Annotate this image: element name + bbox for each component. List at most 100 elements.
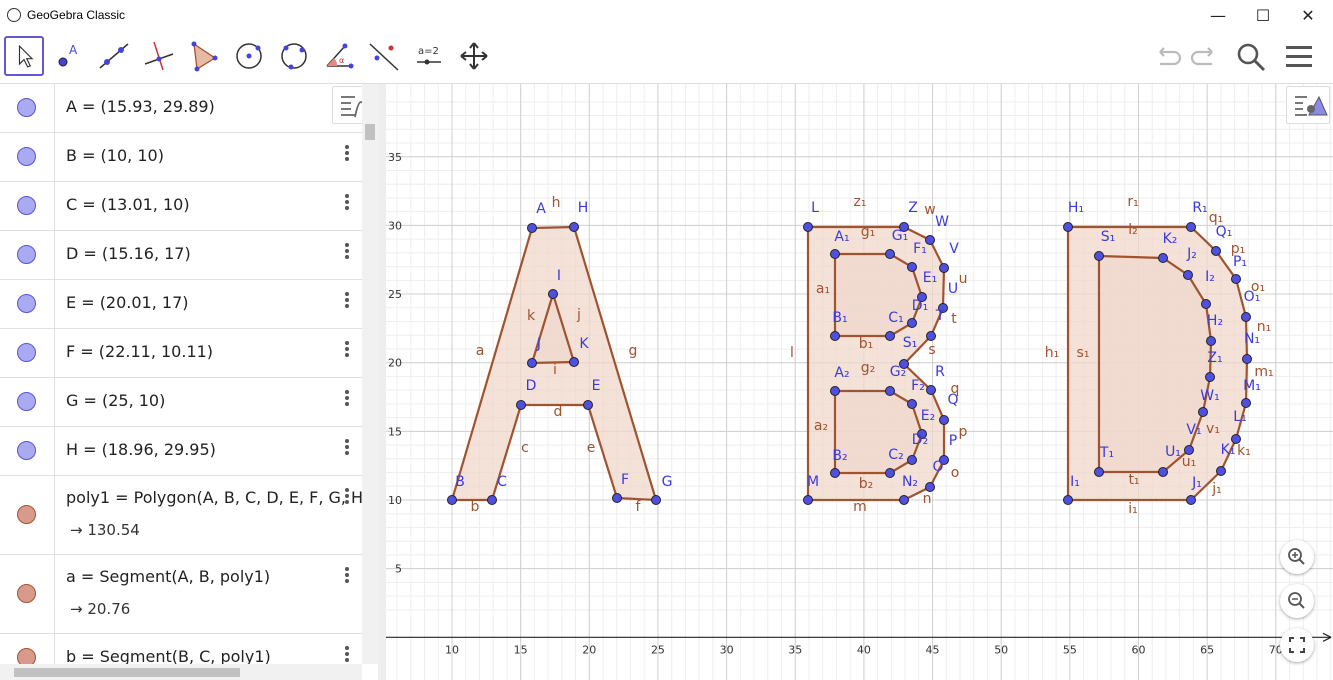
visibility-toggle[interactable]: [0, 182, 55, 230]
algebra-expression[interactable]: D = (15.16, 17): [66, 244, 191, 263]
more-options-icon[interactable]: [340, 565, 354, 585]
geometry-point[interactable]: [1211, 246, 1221, 256]
visibility-toggle[interactable]: [0, 378, 55, 426]
algebra-expression[interactable]: A = (15.93, 29.89): [66, 97, 215, 116]
visibility-dot-icon[interactable]: [17, 245, 36, 264]
geometry-point[interactable]: [1206, 336, 1216, 346]
geometry-point[interactable]: [803, 495, 813, 505]
geometry-point[interactable]: [1198, 407, 1208, 417]
geometry-point[interactable]: [1231, 274, 1241, 284]
more-options-icon[interactable]: [340, 143, 354, 163]
more-options-icon[interactable]: [340, 486, 354, 506]
geometry-point[interactable]: [926, 385, 936, 395]
fullscreen-button[interactable]: [1280, 628, 1314, 662]
algebra-row[interactable]: a = Segment(A, B, poly1) → 20.76: [0, 555, 362, 634]
algebra-expression[interactable]: b = Segment(B, C, poly1): [66, 647, 271, 664]
geometry-point[interactable]: [885, 331, 895, 341]
geometry-point[interactable]: [1186, 222, 1196, 232]
more-options-icon[interactable]: [340, 437, 354, 457]
geometry-point[interactable]: [548, 289, 558, 299]
minimize-button[interactable]: —: [1195, 0, 1241, 30]
algebra-row[interactable]: poly1 = Polygon(A, B, C, D, E, F, G, H) →…: [0, 476, 362, 555]
visibility-toggle[interactable]: [0, 329, 55, 377]
geometry-point[interactable]: [583, 400, 593, 410]
geometry-point[interactable]: [1241, 312, 1251, 322]
geometry-point[interactable]: [830, 386, 840, 396]
algebra-row[interactable]: D = (15.16, 17): [0, 231, 362, 280]
geometry-point[interactable]: [926, 331, 936, 341]
geometry-point[interactable]: [885, 249, 895, 259]
geometry-point[interactable]: [1241, 398, 1251, 408]
maximize-button[interactable]: ☐: [1240, 0, 1286, 30]
visibility-dot-icon[interactable]: [17, 441, 36, 460]
undo-button[interactable]: [1150, 40, 1184, 74]
scrollbar-thumb[interactable]: [365, 124, 375, 140]
geometry-point[interactable]: [830, 249, 840, 259]
visibility-toggle[interactable]: [0, 84, 55, 132]
graphics-canvas[interactable]: 10 15 20 25 30 35 40 45 50 55 60 65 703530252015105A…: [386, 84, 1333, 680]
polygon-tool-button[interactable]: [184, 36, 224, 76]
geometry-point[interactable]: [1186, 495, 1196, 505]
visibility-dot-icon[interactable]: [17, 392, 36, 411]
geometry-point[interactable]: [907, 318, 917, 328]
more-options-icon[interactable]: [340, 241, 354, 261]
main-menu-button[interactable]: [1282, 40, 1316, 74]
geometry-point[interactable]: [1201, 299, 1211, 309]
algebra-row[interactable]: A = (15.93, 29.89): [0, 84, 362, 133]
visibility-toggle[interactable]: [0, 476, 55, 554]
algebra-row[interactable]: C = (13.01, 10): [0, 182, 362, 231]
panel-divider[interactable]: [378, 84, 386, 680]
perpendicular-tool-button[interactable]: [139, 36, 179, 76]
geometry-point[interactable]: [907, 262, 917, 272]
algebra-row[interactable]: F = (22.11, 10.11): [0, 329, 362, 378]
visibility-toggle[interactable]: [0, 231, 55, 279]
visibility-dot-icon[interactable]: [17, 648, 36, 664]
more-options-icon[interactable]: [340, 388, 354, 408]
geometry-point[interactable]: [925, 235, 935, 245]
geometry-point[interactable]: [612, 493, 622, 503]
more-options-icon[interactable]: [340, 339, 354, 359]
algebra-vertical-scrollbar[interactable]: [362, 84, 378, 664]
visibility-dot-icon[interactable]: [17, 584, 36, 603]
geometry-point[interactable]: [803, 222, 813, 232]
geometry-point[interactable]: [1063, 495, 1073, 505]
visibility-toggle[interactable]: [0, 133, 55, 181]
scrollbar-thumb[interactable]: [14, 668, 240, 677]
geometry-point[interactable]: [447, 495, 457, 505]
angle-tool-button[interactable]: α: [319, 36, 359, 76]
geometry-point[interactable]: [569, 222, 579, 232]
graphics-style-bar-button[interactable]: [1286, 86, 1330, 124]
algebra-horizontal-scrollbar[interactable]: [0, 664, 362, 680]
move-graphics-tool-button[interactable]: [454, 36, 494, 76]
algebra-row[interactable]: B = (10, 10): [0, 133, 362, 182]
close-button[interactable]: ✕: [1285, 0, 1331, 30]
algebra-expression[interactable]: poly1 = Polygon(A, B, C, D, E, F, G, H): [66, 488, 362, 507]
geometry-point[interactable]: [1094, 467, 1104, 477]
geometry-point[interactable]: [830, 331, 840, 341]
visibility-toggle[interactable]: [0, 555, 55, 633]
algebra-row[interactable]: b = Segment(B, C, poly1): [0, 634, 362, 664]
point-tool-button[interactable]: A: [49, 36, 89, 76]
algebra-expression[interactable]: F = (22.11, 10.11): [66, 342, 213, 361]
algebra-expression[interactable]: H = (18.96, 29.95): [66, 440, 216, 459]
geometry-point[interactable]: [527, 223, 537, 233]
visibility-dot-icon[interactable]: [17, 98, 36, 117]
more-options-icon[interactable]: [340, 290, 354, 310]
algebra-expression[interactable]: a = Segment(A, B, poly1): [66, 567, 270, 586]
geometry-point[interactable]: [939, 263, 949, 273]
geometry-point[interactable]: [1158, 253, 1168, 263]
reflect-tool-button[interactable]: [364, 36, 404, 76]
visibility-dot-icon[interactable]: [17, 505, 36, 524]
redo-button[interactable]: [1188, 40, 1222, 74]
more-options-icon[interactable]: [340, 192, 354, 212]
slider-tool-button[interactable]: a=2: [409, 36, 449, 76]
more-options-icon[interactable]: [340, 644, 354, 664]
geometry-point[interactable]: [939, 415, 949, 425]
algebra-expression[interactable]: C = (13.01, 10): [66, 195, 190, 214]
algebra-row[interactable]: G = (25, 10): [0, 378, 362, 427]
geometry-point[interactable]: [899, 495, 909, 505]
algebra-expression[interactable]: G = (25, 10): [66, 391, 165, 410]
visibility-dot-icon[interactable]: [17, 294, 36, 313]
circle-three-points-tool-button[interactable]: [274, 36, 314, 76]
visibility-toggle[interactable]: [0, 280, 55, 328]
